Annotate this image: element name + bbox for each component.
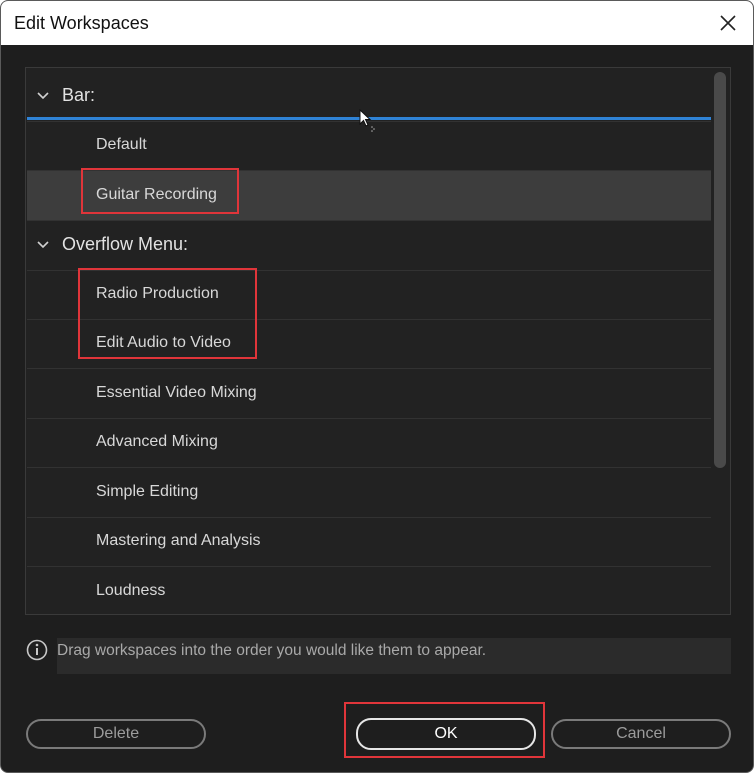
workspace-list[interactable]: Bar: Default Guitar Recording Overflow M… [25, 67, 731, 615]
workspace-item[interactable]: Radio Production [27, 270, 711, 320]
workspace-label: Default [96, 136, 147, 153]
delete-button[interactable]: Delete [26, 719, 206, 749]
workspace-label: Mastering and Analysis [96, 532, 261, 549]
group-header-overflow-menu[interactable]: Overflow Menu: [27, 221, 711, 271]
workspace-label: Radio Production [96, 285, 219, 302]
info-message: Drag workspaces into the order you would… [57, 638, 731, 674]
workspace-label: Advanced Mixing [96, 433, 218, 450]
group-label: Bar: [62, 85, 96, 105]
dialog-title: Edit Workspaces [14, 13, 149, 33]
workspace-label: Guitar Recording [96, 186, 217, 203]
title-bar: Edit Workspaces [1, 1, 753, 45]
workspace-item[interactable]: Essential Video Mixing [27, 369, 711, 419]
workspace-label: Essential Video Mixing [96, 384, 257, 401]
workspace-label: Simple Editing [96, 483, 199, 500]
info-text: Drag workspaces into the order you would… [57, 642, 487, 659]
workspace-label: Loudness [96, 582, 166, 599]
chevron-down-icon[interactable] [37, 92, 49, 100]
info-icon [26, 639, 48, 661]
scrollbar-thumb[interactable] [714, 72, 726, 468]
workspace-item[interactable]: Edit Audio to Video [27, 319, 711, 369]
workspace-item[interactable]: Mastering and Analysis [27, 517, 711, 567]
scrollbar[interactable] [712, 72, 728, 612]
ok-button[interactable]: OK [356, 718, 536, 750]
mouse-cursor-icon [359, 109, 375, 132]
workspace-item[interactable]: Advanced Mixing [27, 418, 711, 468]
close-button[interactable] [708, 5, 748, 41]
chevron-down-icon[interactable] [37, 241, 49, 249]
workspace-item[interactable]: Loudness [27, 567, 711, 614]
cancel-button[interactable]: Cancel [551, 719, 731, 749]
close-icon [720, 15, 736, 31]
workspace-item[interactable]: Simple Editing [27, 468, 711, 518]
group-label: Overflow Menu: [62, 234, 189, 254]
workspace-item-selected[interactable]: Guitar Recording [27, 171, 711, 221]
workspace-label: Edit Audio to Video [96, 334, 231, 351]
edit-workspaces-dialog: Edit Workspaces Bar: Default Guitar Reco… [0, 0, 754, 773]
